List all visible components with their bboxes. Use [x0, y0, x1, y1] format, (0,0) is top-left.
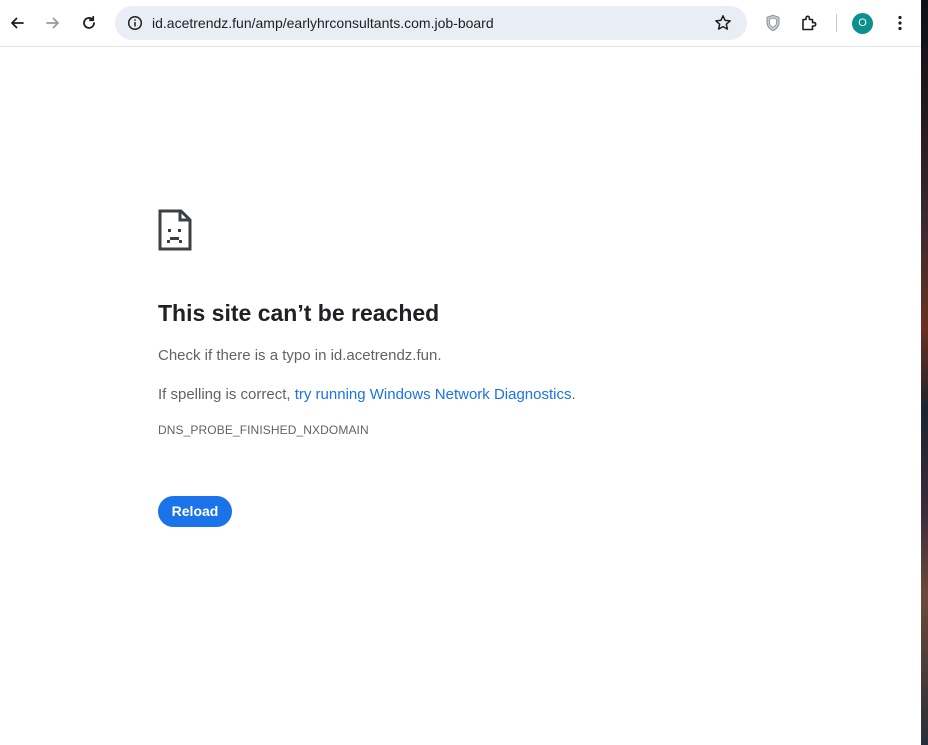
typo-suggestion: Check if there is a typo in id.acetrendz…	[158, 347, 442, 364]
forward-button[interactable]	[37, 7, 69, 39]
url-text[interactable]: id.acetrendz.fun/amp/earlyhrconsultants.…	[152, 6, 494, 40]
back-button[interactable]	[1, 7, 33, 39]
bookmark-star-icon[interactable]	[711, 11, 735, 35]
back-arrow-icon	[9, 15, 25, 31]
reload-button[interactable]	[73, 7, 105, 39]
shield-extension-icon	[765, 14, 781, 32]
diagnostics-suggestion: If spelling is correct, try running Wind…	[158, 385, 758, 405]
error-content: This site can’t be reached Check if ther…	[158, 209, 758, 437]
profile-avatar[interactable]: O	[852, 13, 873, 34]
screen: id.acetrendz.fun/amp/earlyhrconsultants.…	[0, 0, 928, 745]
extensions-puzzle-icon	[800, 14, 818, 32]
error-title: This site can’t be reached	[158, 300, 440, 326]
sad-document-icon	[158, 209, 192, 251]
toolbar-separator	[836, 14, 837, 32]
error-code: DNS_PROBE_FINISHED_NXDOMAIN	[158, 423, 369, 437]
extensions-button[interactable]	[793, 7, 825, 39]
browser-toolbar: id.acetrendz.fun/amp/earlyhrconsultants.…	[0, 0, 921, 47]
spelling-prefix: If spelling is correct,	[158, 386, 295, 403]
browser-window: id.acetrendz.fun/amp/earlyhrconsultants.…	[0, 0, 921, 745]
desktop-background	[921, 0, 928, 745]
reload-icon	[81, 15, 97, 31]
browser-menu-button[interactable]	[884, 7, 916, 39]
site-info-icon[interactable]	[123, 11, 147, 35]
forward-arrow-icon	[45, 15, 61, 31]
kebab-menu-icon	[898, 15, 902, 31]
diagnostics-link[interactable]: try running Windows Network Diagnostics	[295, 386, 572, 403]
spelling-suffix: .	[571, 386, 576, 403]
reload-page-button[interactable]: Reload	[158, 496, 232, 527]
shield-extension-button[interactable]	[757, 7, 789, 39]
address-bar[interactable]: id.acetrendz.fun/amp/earlyhrconsultants.…	[115, 6, 747, 40]
